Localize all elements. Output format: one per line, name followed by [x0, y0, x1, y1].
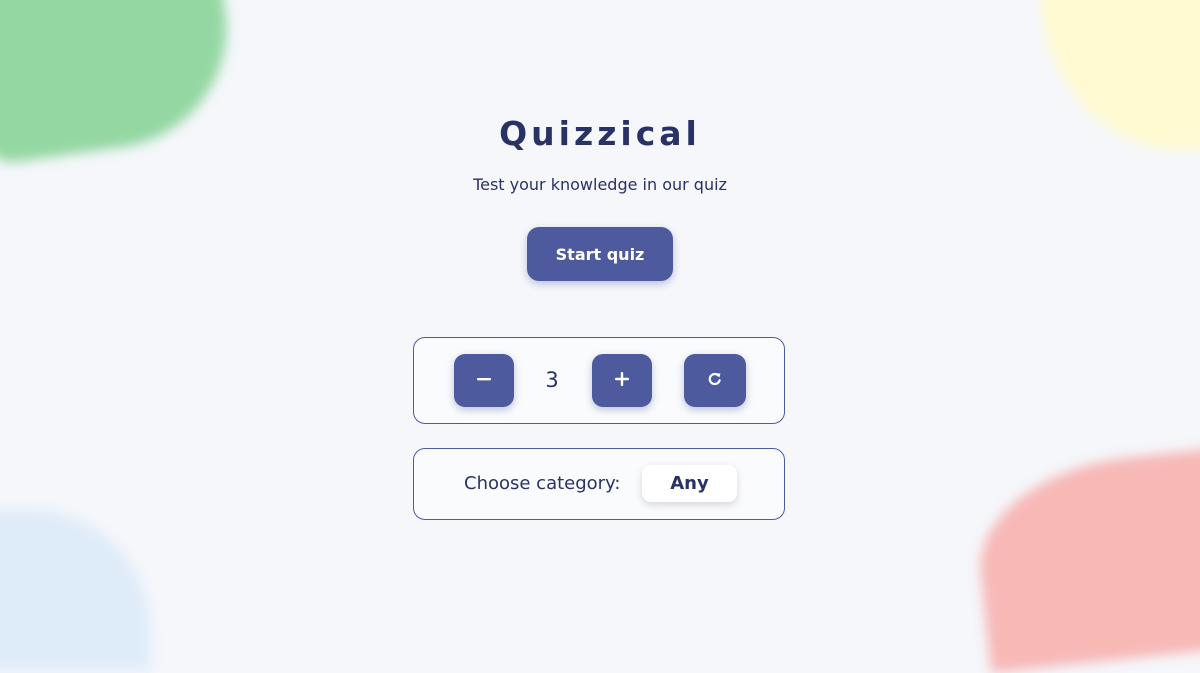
- category-select[interactable]: Any: [642, 465, 737, 502]
- app-subtitle: Test your knowledge in our quiz: [473, 175, 727, 194]
- increment-button[interactable]: [592, 354, 652, 407]
- category-label: Choose category:: [464, 473, 621, 494]
- category-selected-value: Any: [670, 473, 709, 494]
- minus-icon: [476, 371, 492, 390]
- decrement-button[interactable]: [454, 354, 514, 407]
- reset-button[interactable]: [684, 354, 746, 407]
- refresh-icon: [707, 371, 723, 390]
- app-title: Quizzical: [499, 114, 701, 153]
- question-count-panel: 3: [413, 337, 785, 424]
- category-panel: Choose category: Any: [413, 448, 785, 520]
- start-quiz-button[interactable]: Start quiz: [527, 227, 673, 281]
- start-screen: Quizzical Test your knowledge in our qui…: [0, 0, 1200, 630]
- question-count-value: 3: [545, 368, 559, 392]
- plus-icon: [614, 371, 630, 390]
